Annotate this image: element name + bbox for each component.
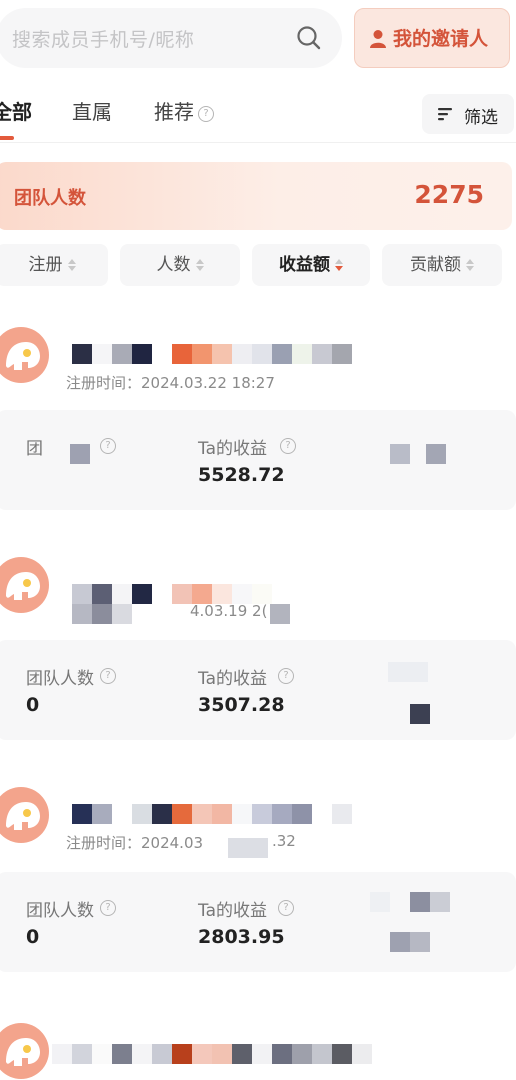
my-inviter-label: 我的邀请人	[393, 28, 489, 50]
team-count-label: 团队人数	[14, 188, 86, 209]
elephant-avatar-icon	[0, 557, 49, 613]
my-inviter-button[interactable]: 我的邀请人	[354, 8, 510, 68]
register-time: 注册时间：2024.03	[66, 834, 204, 852]
sort-register-button[interactable]: 注册	[0, 244, 108, 286]
censored-block	[410, 932, 430, 952]
income-label: Ta的收益	[198, 669, 267, 689]
sort-contribution-label: 贡献额	[410, 255, 461, 275]
register-time-tail: .32	[272, 832, 296, 850]
censored-block	[426, 444, 446, 464]
top-bar: 搜索成员手机号/昵称 我的邀请人	[0, 0, 516, 80]
censored-block	[410, 704, 430, 724]
censored-block	[388, 662, 428, 682]
censored-block	[70, 444, 90, 464]
censored-block	[270, 604, 290, 624]
help-icon[interactable]: ?	[278, 900, 294, 916]
tab-recommend-label: 推荐	[154, 100, 194, 124]
censored-block	[430, 892, 450, 912]
member-stats-panel: 团队人数 ? 0 Ta的收益 ? 2803.95	[0, 872, 516, 972]
team-count-value: 2275	[414, 180, 484, 209]
filter-button[interactable]: 筛选	[422, 94, 514, 134]
sort-arrows-icon	[195, 259, 204, 271]
team-size-value: 0	[26, 694, 40, 716]
team-size-label: 团队人数	[26, 669, 94, 689]
income-value: 5528.72	[198, 464, 285, 486]
filter-label: 筛选	[464, 108, 498, 128]
tab-direct[interactable]: 直属	[72, 96, 112, 125]
sort-arrows-icon	[67, 259, 76, 271]
register-time: 注册时间：2024.03.22 18:27	[66, 374, 275, 392]
search-input[interactable]: 搜索成员手机号/昵称	[0, 8, 342, 68]
income-label: Ta的收益	[198, 901, 267, 921]
team-size-label: 团队人数	[26, 901, 94, 921]
elephant-avatar-icon	[0, 1023, 49, 1079]
censored-nickname	[52, 1044, 372, 1064]
income-value: 3507.28	[198, 694, 285, 716]
elephant-avatar-icon	[0, 327, 49, 383]
person-icon	[370, 30, 386, 48]
sort-count-button[interactable]: 人数	[120, 244, 240, 286]
censored-block	[370, 892, 390, 912]
sort-count-label: 人数	[156, 255, 191, 275]
tab-recommend[interactable]: 推荐?	[154, 96, 214, 125]
censored-block	[390, 444, 410, 464]
team-size-value: 0	[26, 926, 40, 948]
help-icon[interactable]: ?	[278, 668, 294, 684]
register-time: 4.03.19 2(	[190, 602, 268, 620]
tab-direct-label: 直属	[72, 100, 112, 124]
sort-arrows-icon	[466, 259, 474, 271]
member-stats-panel: 团 ? Ta的收益 ? 5528.72	[0, 410, 516, 510]
sort-income-label: 收益额	[279, 255, 330, 275]
member-stats-panel: 团队人数 ? 0 Ta的收益 ? 3507.28	[0, 640, 516, 740]
help-icon[interactable]: ?	[100, 668, 116, 684]
sort-bar: 注册 人数 收益额 贡献额	[0, 244, 516, 288]
censored-nickname	[72, 344, 352, 364]
income-label: Ta的收益	[198, 439, 267, 459]
censored-block	[410, 892, 430, 912]
help-icon[interactable]: ?	[198, 105, 214, 122]
filter-lines-icon	[438, 108, 452, 121]
help-icon[interactable]: ?	[280, 438, 296, 454]
search-icon[interactable]	[296, 25, 322, 51]
tab-all-label: 全部	[0, 100, 32, 124]
team-size-label: 团	[26, 439, 43, 459]
censored-nickname	[72, 584, 272, 604]
sort-income-button[interactable]: 收益额	[252, 244, 370, 286]
help-icon[interactable]: ?	[100, 438, 116, 454]
search-placeholder: 搜索成员手机号/昵称	[12, 29, 195, 51]
income-value: 2803.95	[198, 926, 285, 948]
elephant-avatar-icon	[0, 787, 49, 843]
help-icon[interactable]: ?	[100, 900, 116, 916]
censored-nickname	[72, 804, 352, 824]
censored-nickname	[72, 604, 132, 624]
team-count-card: 团队人数 2275	[0, 162, 512, 230]
sort-contribution-button[interactable]: 贡献额	[382, 244, 502, 286]
sort-desc-icon	[335, 259, 343, 271]
tab-all[interactable]: 全部	[0, 96, 32, 140]
tab-active-indicator	[0, 136, 14, 140]
censored-block	[390, 932, 410, 952]
censored-block	[228, 838, 268, 858]
divider	[0, 142, 516, 143]
sort-register-label: 注册	[28, 255, 63, 275]
